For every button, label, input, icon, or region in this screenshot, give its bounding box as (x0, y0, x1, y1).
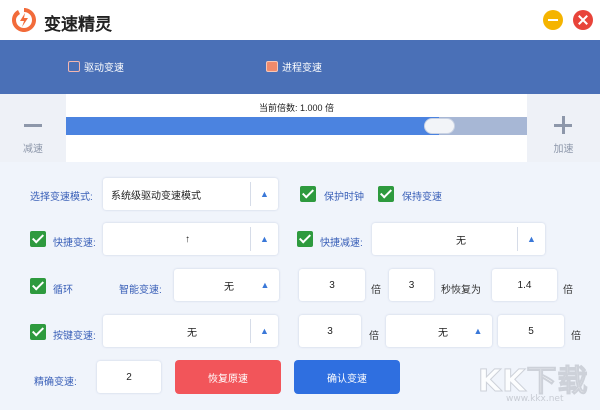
dropdown-arrow-icon[interactable]: ▲ (517, 227, 545, 251)
watermark: KK下载 www.kkx.net (478, 356, 598, 406)
precise-speed-label: 精确变速: (34, 377, 77, 388)
key-speed-multiplier-input-2[interactable]: 5 (498, 315, 564, 347)
speed-slider-fill (66, 117, 439, 135)
mode-label: 选择变速模式: (30, 192, 93, 203)
lightning-bolt-icon (12, 8, 36, 32)
speed-slider[interactable] (66, 117, 527, 135)
dropdown-arrow-icon[interactable]: ▲ (464, 319, 492, 343)
restore-multiplier-value: 1.4 (517, 279, 532, 291)
key-speed-multiplier-value-2: 5 (528, 325, 534, 337)
keep-speed-checkbox[interactable] (378, 186, 394, 202)
times-unit-label-3: 倍 (369, 331, 379, 342)
speedup-hotkey-label: 快捷变速: (53, 238, 96, 249)
key-speed-multiplier-input[interactable]: 3 (299, 315, 361, 347)
close-button[interactable] (573, 10, 593, 30)
tab-bar: 驱动变速 进程变速 (0, 40, 600, 94)
loop-seconds-value: 3 (408, 279, 415, 291)
key-speed-value: 无 (187, 327, 197, 339)
tab-label: 驱动变速 (84, 63, 124, 74)
title-bar: 变速精灵 (0, 0, 600, 40)
key-speed-checkbox[interactable] (30, 324, 46, 340)
drive-icon (68, 61, 80, 72)
key-speed-value-2: 无 (438, 327, 448, 339)
key-speed-select-2[interactable]: 无 ▲ (386, 315, 492, 347)
dropdown-arrow-icon[interactable]: ▲ (250, 227, 278, 251)
speed-up-button[interactable]: 加速 (527, 94, 600, 162)
restore-after-label: 秒恢复为 (441, 285, 481, 296)
precise-speed-input[interactable]: 2 (97, 361, 161, 393)
plus-icon-vertical (561, 116, 565, 134)
key-speed-select[interactable]: 无 ▲ (103, 315, 278, 347)
watermark-url: www.kkx.net (506, 394, 564, 404)
restore-multiplier-input[interactable]: 1.4 (492, 269, 557, 301)
dropdown-arrow-icon[interactable]: ▲ (251, 273, 279, 297)
loop-multiplier-input[interactable]: 3 (299, 269, 365, 301)
key-speed-multiplier-value: 3 (327, 325, 333, 337)
speed-control: 减速 当前倍数: 1.000 倍 加速 (0, 94, 600, 162)
speedup-hotkey-checkbox[interactable] (30, 231, 46, 247)
protect-clock-label: 保护时钟 (324, 192, 364, 203)
minimize-button[interactable] (543, 10, 563, 30)
tab-label: 进程变速 (282, 63, 322, 74)
tab-drive-speed[interactable]: 驱动变速 (68, 59, 124, 74)
times-unit-label-4: 倍 (571, 331, 581, 342)
dropdown-arrow-icon[interactable]: ▲ (250, 182, 278, 206)
slow-down-button[interactable]: 减速 (0, 94, 66, 162)
speedup-hotkey-select[interactable]: ↑ ▲ (103, 223, 278, 255)
loop-multiplier-value: 3 (329, 279, 335, 291)
speed-slider-thumb[interactable] (424, 118, 455, 134)
confirm-speed-button[interactable]: 确认变速 (294, 360, 400, 394)
smart-speed-label: 智能变速: (119, 285, 162, 296)
tab-process-speed[interactable]: 进程变速 (266, 59, 322, 74)
app-title: 变速精灵 (44, 15, 112, 35)
slowdown-hotkey-label: 快捷减速: (320, 238, 363, 249)
slowdown-hotkey-select[interactable]: 无 ▲ (372, 223, 545, 255)
times-unit-label: 倍 (371, 285, 381, 296)
speedup-hotkey-value: ↑ (185, 233, 190, 245)
slowdown-hotkey-value: 无 (456, 235, 466, 247)
keep-speed-label: 保持变速 (402, 192, 442, 203)
mode-value: 系统级驱动变速模式 (111, 190, 201, 202)
minus-icon (24, 124, 42, 127)
dropdown-arrow-icon[interactable]: ▲ (250, 319, 278, 343)
precise-speed-value: 2 (126, 371, 132, 383)
loop-seconds-input[interactable]: 3 (389, 269, 434, 301)
slowdown-hotkey-checkbox[interactable] (297, 231, 313, 247)
key-speed-label: 按键变速: (53, 331, 96, 342)
loop-label: 循环 (53, 285, 73, 296)
smart-speed-value: 无 (224, 281, 234, 293)
loop-checkbox[interactable] (30, 278, 46, 294)
smart-speed-select[interactable]: 无 ▲ (174, 269, 279, 301)
reset-speed-button[interactable]: 恢复原速 (175, 360, 281, 394)
current-multiplier: 当前倍数: 1.000 倍 (258, 103, 335, 113)
mode-select[interactable]: 系统级驱动变速模式 ▲ (103, 178, 278, 210)
protect-clock-checkbox[interactable] (300, 186, 316, 202)
process-icon (266, 61, 278, 72)
speed-up-label: 加速 (553, 144, 574, 155)
times-unit-label-2: 倍 (563, 285, 573, 296)
slow-down-label: 减速 (23, 144, 43, 155)
